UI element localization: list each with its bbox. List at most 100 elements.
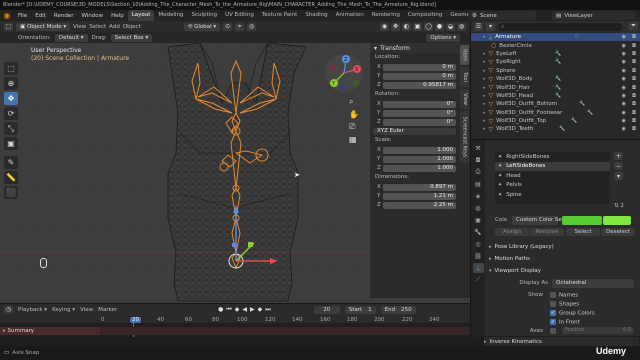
shading-solid-icon[interactable]: ● — [435, 22, 444, 31]
expand-icon[interactable]: ▸ — [483, 118, 486, 124]
motion-paths-panel[interactable]: ▸ Motion Paths — [489, 254, 639, 264]
location-y-row[interactable]: Y0 m — [373, 72, 456, 80]
assign-button[interactable]: Assign — [495, 228, 529, 236]
render-camera-icon[interactable]: ◘ — [632, 101, 636, 107]
play-icon[interactable]: ▶ — [250, 306, 255, 314]
render-camera-icon[interactable]: ◘ — [632, 118, 636, 124]
drag-dropdown[interactable]: Select Box ▾ — [110, 33, 153, 42]
viewport-display-panel[interactable]: ▾ Viewport Display — [489, 266, 639, 276]
perspective-toggle-icon[interactable]: ▦ — [349, 135, 359, 144]
armature-data-properties-icon[interactable]: ᛦ — [472, 263, 484, 273]
transform-orientation-dropdown[interactable]: ⟲ Global ▾ — [183, 22, 221, 31]
rotation-x-field[interactable]: 0° — [383, 100, 456, 108]
viewport-menu-object[interactable]: Object — [123, 24, 141, 30]
dimensions-y-row[interactable]: Y 1.21 m — [373, 192, 456, 200]
timeline-menu-marker[interactable]: Marker — [98, 307, 117, 313]
remove-icon[interactable]: − — [614, 162, 623, 170]
bone-group-item[interactable]: ✦ Pelvis — [495, 181, 610, 191]
zoom-view-icon[interactable]: ⌕ — [349, 97, 359, 107]
summary-channel[interactable]: ▸ Summary — [0, 327, 100, 335]
visibility-eye-icon[interactable]: ◉ — [622, 59, 626, 65]
color-set-dropdown[interactable]: Custom Color Set — [512, 216, 564, 225]
mode-dropdown[interactable]: ▣ Object Mode ▾ — [16, 22, 71, 31]
timeline-body[interactable]: 0 20 40 60 80 100 120 140 160 180 200 22… — [0, 315, 470, 337]
color-swatch-secondary[interactable] — [603, 216, 631, 225]
list-size-control[interactable]: ⇅ 2 — [614, 203, 624, 209]
visibility-eye-icon[interactable]: ◉ — [622, 43, 626, 49]
workspace-tab-shading[interactable]: Shading — [301, 10, 331, 21]
bone-group-item[interactable]: ✦ Head — [495, 171, 610, 181]
inverse-kinematics-panel[interactable]: ▸ Inverse Kinematics — [484, 337, 639, 346]
display-as-dropdown[interactable]: Octahedral — [552, 279, 634, 288]
object-properties-icon[interactable]: ▣ — [473, 215, 484, 225]
render-camera-icon[interactable]: ◘ — [632, 110, 636, 116]
dimensions-x-row[interactable]: X 0.897 m — [373, 183, 456, 191]
menu-file[interactable]: File — [14, 13, 31, 19]
render-camera-icon[interactable]: ◘ — [632, 76, 636, 82]
outliner-item-wolf3d-teeth[interactable]: ▸ ▽ Wolf3D_Teeth 🔧 ◉ ◘ — [471, 125, 640, 133]
prev-keyframe-icon[interactable]: ◆ — [235, 306, 240, 314]
outliner-item-wolf3d-outfit-footwear[interactable]: ▸ ▽ Wolf3D_Outfit_Footwear 🔧 ◉ ◘ — [471, 109, 640, 117]
summary-track[interactable] — [100, 327, 470, 335]
render-properties-icon[interactable]: ◘ — [473, 155, 484, 165]
pivot-icon[interactable]: ⊙ — [223, 22, 233, 31]
timeline-menu-keying[interactable]: Keying ▾ — [52, 307, 75, 313]
playhead[interactable]: 20 — [130, 317, 141, 323]
tab-item[interactable]: Item — [460, 45, 469, 65]
jump-start-icon[interactable]: ⏮ — [226, 306, 231, 314]
jump-end-icon[interactable]: ⏭ — [265, 306, 270, 314]
timeline-editor-icon[interactable]: ◷ — [4, 305, 13, 314]
pose-library-panel[interactable]: ▸ Pose Library (Legacy) — [489, 242, 639, 252]
expand-icon[interactable]: ▸ — [483, 51, 486, 57]
annotate-tool-icon[interactable]: ✎ — [4, 156, 18, 169]
visibility-eye-icon[interactable]: ◉ — [622, 93, 626, 99]
visibility-eye-icon[interactable]: ◉ — [622, 68, 626, 74]
scale-tool-icon[interactable]: ⤡ — [4, 122, 18, 135]
xray-icon[interactable]: ▣ — [413, 22, 422, 31]
workspace-tab-uv-editing[interactable]: UV Editing — [221, 10, 258, 21]
frame-ruler[interactable] — [0, 315, 470, 323]
dimensions-x-field[interactable]: 0.897 m — [383, 183, 456, 191]
filter-icon[interactable]: ⏷ — [629, 22, 638, 30]
scale-z-field[interactable]: 1.000 — [383, 164, 456, 172]
workspace-tab-compositing[interactable]: Compositing — [404, 10, 446, 21]
dimensions-y-field[interactable]: 1.21 m — [383, 192, 456, 200]
outliner-editor-icon[interactable]: ☰ — [474, 22, 483, 31]
menu-render[interactable]: Render — [50, 13, 78, 19]
rotation-x-row[interactable]: X 0° — [373, 100, 456, 108]
navigation-gizmo[interactable]: X Z Y — [324, 53, 364, 93]
expand-icon[interactable]: ▸ — [483, 68, 486, 74]
cursor-tool-icon[interactable]: ⊕ — [4, 77, 18, 90]
expand-icon[interactable]: ▸ — [483, 85, 486, 91]
tool-properties-icon[interactable]: ⚒ — [473, 143, 484, 153]
transform-tool-icon[interactable]: ▣ — [4, 137, 18, 150]
visibility-eye-icon[interactable]: ◉ — [622, 126, 626, 132]
viewport-menu-add[interactable]: Add — [109, 24, 120, 30]
bone-properties-icon[interactable]: ⟋ — [473, 275, 484, 285]
bone-group-item-selected[interactable]: ✦ LeftSideBones — [495, 161, 610, 171]
outliner-item-wolf3d-outfit-top[interactable]: ▸ ▽ Wolf3D_Outfit_Top 🔧 ◉ ◘ — [471, 117, 640, 125]
visibility-eye-icon[interactable]: ◉ — [622, 51, 626, 57]
menu-help[interactable]: Help — [107, 13, 128, 19]
add-icon[interactable]: + — [614, 152, 623, 160]
select-box-tool-icon[interactable]: ⬚ — [4, 62, 18, 75]
expand-icon[interactable]: ▸ — [483, 59, 486, 65]
render-camera-icon[interactable]: ◘ — [632, 43, 636, 49]
scale-y-field[interactable]: 1.000 — [383, 155, 456, 163]
start-frame-field[interactable]: Start 1 — [344, 305, 376, 314]
show-shapes-checkbox[interactable]: Shapes — [550, 301, 579, 308]
physics-properties-icon[interactable]: ◎ — [473, 239, 484, 249]
rotation-mode-dropdown[interactable]: XYZ Euler — [373, 127, 456, 135]
scale-z-row[interactable]: Z 1.000 — [373, 164, 456, 172]
pan-view-icon[interactable]: ✋ — [349, 110, 359, 119]
expand-icon[interactable]: ▸ — [483, 76, 486, 82]
render-camera-icon[interactable]: ◘ — [632, 93, 636, 99]
view-layer-properties-icon[interactable]: ▤ — [473, 179, 484, 189]
workspace-tab-animation[interactable]: Animation — [332, 10, 368, 21]
blender-logo-icon[interactable]: ◉ — [0, 10, 14, 21]
outliner-item-wolf3d-head[interactable]: ▸ ▽ Wolf3D_Head 🔧 ◉ ◘ — [471, 92, 640, 100]
workspace-tab-texture-paint[interactable]: Texture Paint — [258, 10, 302, 21]
constraint-properties-icon[interactable]: ⛓ — [473, 251, 484, 261]
list-menu-icon[interactable]: ▾ — [614, 172, 623, 180]
visibility-eye-icon[interactable]: ◉ — [622, 101, 626, 107]
